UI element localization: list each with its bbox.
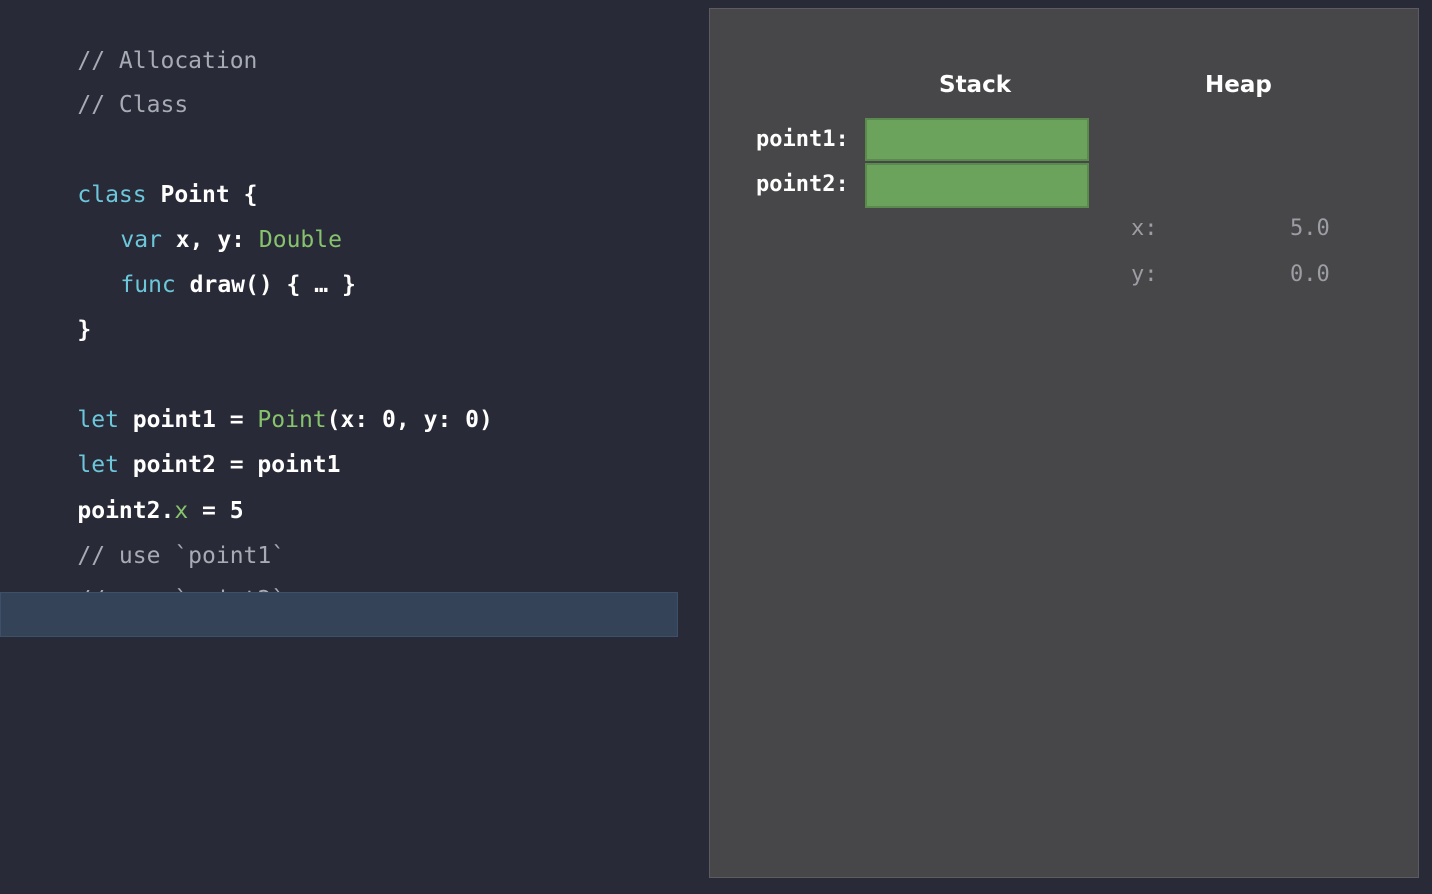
class-close-brace: } (77, 317, 92, 343)
code-line-9: let point1 = Point(x: 0, y: 0) (22, 375, 492, 433)
heap-field-x-value: 5.0 (1290, 216, 1330, 241)
memory-diagram-panel: Stack Heap point1: point2: x: 5.0 y: 0.0 (709, 8, 1419, 878)
code-line-1: // Allocation (22, 16, 257, 74)
comment-class: // Class (77, 92, 189, 118)
code-line-5: var x, y: Double (65, 195, 342, 253)
code-line-11: point2.x = 5 (22, 466, 243, 524)
code-line-7: } (22, 285, 91, 343)
stack-label-point1: point1: (756, 127, 849, 152)
code-line-10: let point2 = point1 (22, 420, 340, 478)
stack-slot-point1 (865, 118, 1089, 161)
heap-header: Heap (1205, 72, 1272, 98)
stack-label-point2: point2: (756, 172, 849, 197)
func-body: draw() { … } (175, 272, 356, 298)
code-editor[interactable]: // Allocation // Class class Point { var… (0, 0, 700, 894)
current-line-highlight (0, 592, 678, 637)
code-line-12: // use `point1` (22, 511, 285, 569)
heap-field-y-value: 0.0 (1290, 262, 1330, 287)
code-line-4: class Point { (22, 150, 257, 208)
stack-slot-point2 (865, 163, 1089, 208)
let1-args: (x: 0, y: 0) (326, 407, 493, 433)
code-line-13: // use `point2` (22, 555, 285, 613)
heap-field-x-name: x: (1131, 216, 1158, 241)
func-keyword: func (120, 272, 176, 298)
code-line-6: func draw() { … } (65, 240, 355, 298)
stack-header: Stack (939, 72, 1012, 98)
heap-field-y-name: y: (1131, 262, 1158, 287)
code-line-2: // Class (22, 60, 188, 118)
